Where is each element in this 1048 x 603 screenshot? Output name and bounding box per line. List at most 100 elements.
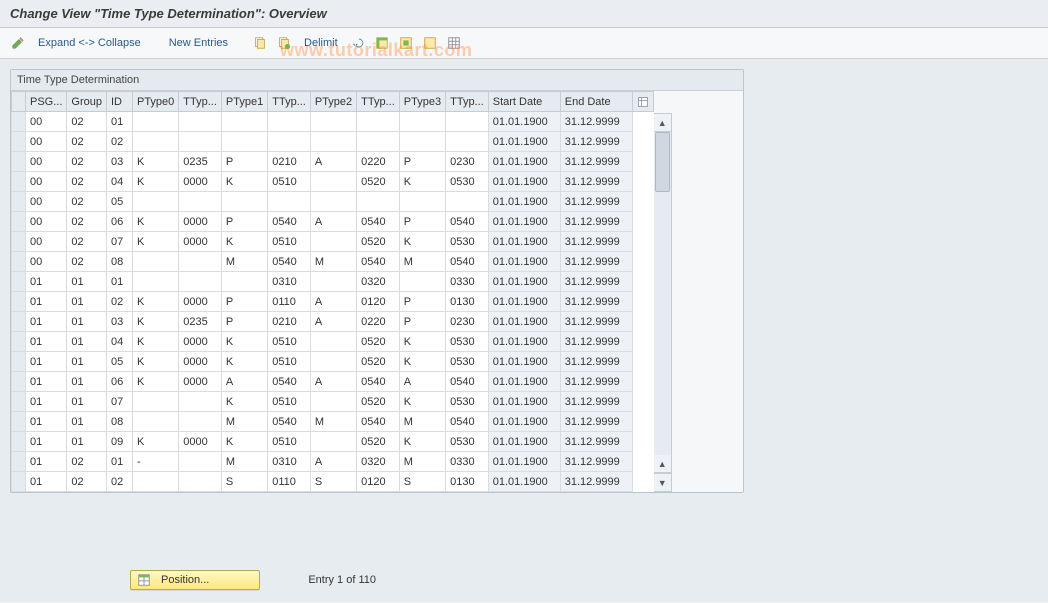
cell-t0[interactable]: 0235 [179, 312, 222, 332]
cell-t2[interactable]: 0520 [357, 332, 400, 352]
scroll-pgup-button[interactable]: ▲ [654, 455, 671, 473]
cell-id[interactable]: 01 [106, 452, 132, 472]
cell-ed[interactable]: 31.12.9999 [560, 252, 632, 272]
cell-t0[interactable] [179, 392, 222, 412]
row-marker[interactable] [12, 432, 26, 452]
cell-grp[interactable]: 02 [67, 172, 107, 192]
cell-p0[interactable]: K [132, 432, 178, 452]
cell-t3[interactable]: 0530 [446, 352, 489, 372]
cell-t3[interactable]: 0230 [446, 312, 489, 332]
cell-p2[interactable] [310, 272, 356, 292]
col-psg[interactable]: PSG... [26, 92, 67, 112]
cell-t3[interactable]: 0540 [446, 252, 489, 272]
cell-t0[interactable] [179, 192, 222, 212]
cell-id[interactable]: 07 [106, 392, 132, 412]
table-row[interactable]: 010103K0235P0210A0220P023001.01.190031.1… [12, 312, 654, 332]
new-entries-button[interactable]: New Entries [163, 37, 234, 49]
cell-p1[interactable]: P [221, 292, 267, 312]
cell-t1[interactable]: 0540 [268, 252, 311, 272]
cell-p0[interactable] [132, 392, 178, 412]
cell-p3[interactable] [399, 272, 445, 292]
cell-t2[interactable] [357, 192, 400, 212]
cell-t3[interactable]: 0540 [446, 212, 489, 232]
cell-sd[interactable]: 01.01.1900 [488, 192, 560, 212]
row-marker[interactable] [12, 412, 26, 432]
cell-p1[interactable]: K [221, 352, 267, 372]
cell-t2[interactable] [357, 112, 400, 132]
cell-t3[interactable]: 0540 [446, 372, 489, 392]
cell-t1[interactable] [268, 192, 311, 212]
cell-p0[interactable]: K [132, 212, 178, 232]
cell-ed[interactable]: 31.12.9999 [560, 332, 632, 352]
cell-p2[interactable]: A [310, 372, 356, 392]
cell-t1[interactable]: 0110 [268, 472, 311, 492]
cell-t1[interactable]: 0510 [268, 392, 311, 412]
cell-p2[interactable] [310, 332, 356, 352]
cell-t1[interactable]: 0510 [268, 432, 311, 452]
cell-t3[interactable]: 0530 [446, 172, 489, 192]
cell-p2[interactable] [310, 112, 356, 132]
col-ttyp2[interactable]: TTyp... [357, 92, 400, 112]
cell-sd[interactable]: 01.01.1900 [488, 452, 560, 472]
table-row[interactable]: 000206K0000P0540A0540P054001.01.190031.1… [12, 212, 654, 232]
cell-id[interactable]: 04 [106, 172, 132, 192]
cell-p2[interactable]: A [310, 212, 356, 232]
cell-ed[interactable]: 31.12.9999 [560, 272, 632, 292]
cell-p0[interactable]: K [132, 372, 178, 392]
cell-id[interactable]: 01 [106, 112, 132, 132]
cell-p1[interactable]: K [221, 332, 267, 352]
cell-t2[interactable]: 0220 [357, 312, 400, 332]
cell-p2[interactable]: M [310, 252, 356, 272]
table-row[interactable]: 010104K0000K05100520K053001.01.190031.12… [12, 332, 654, 352]
cell-t2[interactable]: 0520 [357, 432, 400, 452]
cell-grp[interactable]: 02 [67, 192, 107, 212]
table-row[interactable]: 010107K05100520K053001.01.190031.12.9999 [12, 392, 654, 412]
cell-t3[interactable] [446, 112, 489, 132]
table-row[interactable]: 00020101.01.190031.12.9999 [12, 112, 654, 132]
cell-p2[interactable] [310, 172, 356, 192]
cell-p2[interactable]: A [310, 292, 356, 312]
scroll-thumb[interactable] [655, 132, 670, 192]
cell-t2[interactable]: 0520 [357, 172, 400, 192]
cell-psg[interactable]: 00 [26, 132, 67, 152]
cell-psg[interactable]: 01 [26, 412, 67, 432]
cell-t1[interactable]: 0310 [268, 272, 311, 292]
cell-grp[interactable]: 01 [67, 412, 107, 432]
cell-psg[interactable]: 00 [26, 252, 67, 272]
cell-t3[interactable]: 0130 [446, 292, 489, 312]
change-mode-button[interactable] [8, 33, 28, 53]
cell-grp[interactable]: 01 [67, 272, 107, 292]
cell-psg[interactable]: 00 [26, 172, 67, 192]
expand-collapse-button[interactable]: Expand <-> Collapse [32, 37, 147, 49]
table-row[interactable]: 010102K0000P0110A0120P013001.01.190031.1… [12, 292, 654, 312]
scroll-track[interactable] [654, 132, 671, 455]
cell-p1[interactable]: P [221, 152, 267, 172]
cell-ed[interactable]: 31.12.9999 [560, 212, 632, 232]
cell-t1[interactable]: 0210 [268, 312, 311, 332]
cell-t3[interactable]: 0530 [446, 232, 489, 252]
cell-t0[interactable]: 0000 [179, 352, 222, 372]
cell-sd[interactable]: 01.01.1900 [488, 112, 560, 132]
cell-sd[interactable]: 01.01.1900 [488, 292, 560, 312]
cell-ed[interactable]: 31.12.9999 [560, 472, 632, 492]
cell-psg[interactable]: 01 [26, 312, 67, 332]
col-ptype1[interactable]: PType1 [221, 92, 267, 112]
row-marker[interactable] [12, 392, 26, 412]
table-row[interactable]: 00020501.01.190031.12.9999 [12, 192, 654, 212]
cell-sd[interactable]: 01.01.1900 [488, 392, 560, 412]
col-start-date[interactable]: Start Date [488, 92, 560, 112]
cell-id[interactable]: 07 [106, 232, 132, 252]
cell-p2[interactable] [310, 232, 356, 252]
cell-ed[interactable]: 31.12.9999 [560, 412, 632, 432]
cell-t1[interactable]: 0540 [268, 212, 311, 232]
cell-grp[interactable]: 01 [67, 432, 107, 452]
cell-sd[interactable]: 01.01.1900 [488, 312, 560, 332]
row-marker[interactable] [12, 152, 26, 172]
col-ttyp0[interactable]: TTyp... [179, 92, 222, 112]
cell-grp[interactable]: 02 [67, 472, 107, 492]
cell-t0[interactable]: 0000 [179, 212, 222, 232]
cell-ed[interactable]: 31.12.9999 [560, 432, 632, 452]
cell-p2[interactable] [310, 352, 356, 372]
cell-p1[interactable]: A [221, 372, 267, 392]
cell-p0[interactable] [132, 252, 178, 272]
